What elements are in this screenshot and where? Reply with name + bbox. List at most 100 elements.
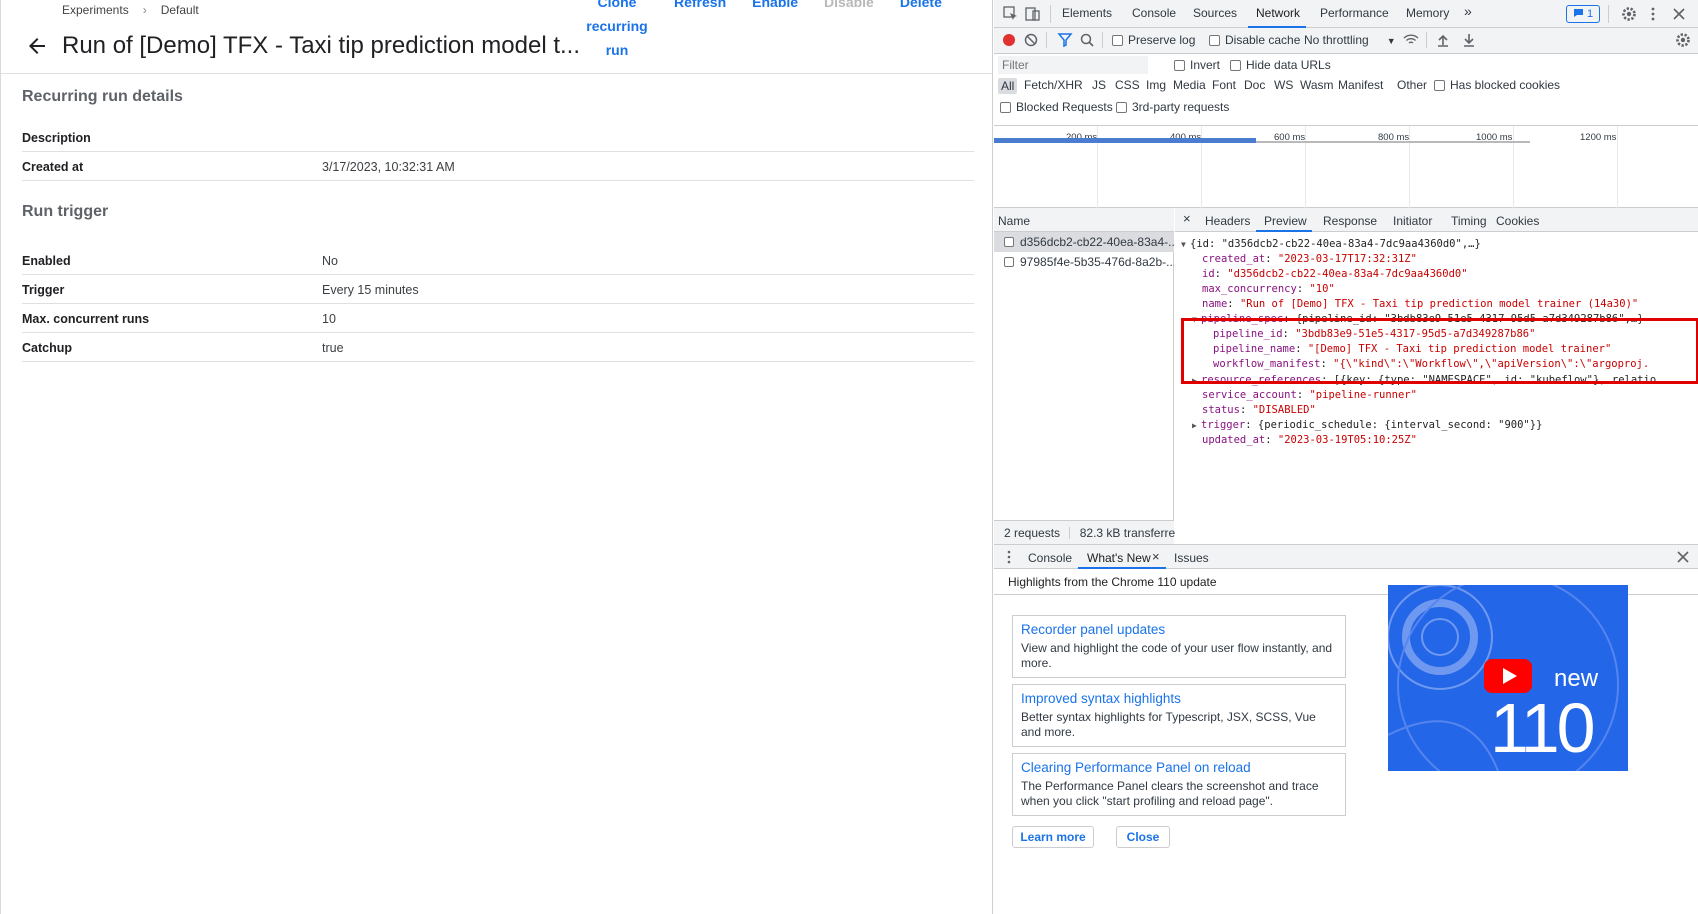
more-tabs-icon[interactable]: » xyxy=(1464,3,1472,19)
filter-type-other[interactable]: Other xyxy=(1397,78,1427,92)
close-tab-icon[interactable]: × xyxy=(1152,549,1160,564)
inspect-element-icon[interactable] xyxy=(1002,5,1020,23)
filter-input[interactable] xyxy=(998,56,1148,74)
throttling-select[interactable]: No throttling ▼ xyxy=(1304,33,1396,47)
drawer-tab-console[interactable]: Console xyxy=(1028,551,1072,565)
filter-type-img[interactable]: Img xyxy=(1146,78,1166,92)
tab-cookies[interactable]: Cookies xyxy=(1496,214,1539,228)
record-icon[interactable] xyxy=(1000,31,1018,49)
has-blocked-cookies-label: Has blocked cookies xyxy=(1450,78,1561,92)
filter-type-ws[interactable]: WS xyxy=(1274,78,1293,92)
detail-row: Description xyxy=(22,123,974,152)
chrome-110-video-thumbnail[interactable]: new 110 xyxy=(1388,585,1628,771)
tab-preview[interactable]: Preview xyxy=(1264,214,1307,228)
tab-elements[interactable]: Elements xyxy=(1062,6,1112,20)
feature-card-desc: The Performance Panel clears the screens… xyxy=(1021,779,1319,808)
back-arrow-icon[interactable] xyxy=(25,34,49,58)
request-detail: × Headers Preview Response Initiator Tim… xyxy=(1175,208,1698,544)
highlight-annotation-box xyxy=(1181,318,1698,384)
close-detail-icon[interactable]: × xyxy=(1183,211,1191,226)
page-title: Run of [Demo] TFX - Taxi tip prediction … xyxy=(62,32,580,59)
tab-network[interactable]: Network xyxy=(1256,6,1300,20)
filter-type-doc[interactable]: Doc xyxy=(1244,78,1265,92)
toolbar-divider xyxy=(1046,32,1047,48)
feature-card-title[interactable]: Improved syntax highlights xyxy=(1021,691,1337,706)
filter-funnel-icon[interactable] xyxy=(1056,31,1074,49)
close-button[interactable]: Close xyxy=(1116,826,1170,848)
preserve-log-checkbox[interactable]: Preserve log xyxy=(1112,33,1195,47)
trigger-value: Every 15 minutes xyxy=(322,283,419,297)
trigger-row: Enabled No xyxy=(22,246,974,275)
name-column-header[interactable]: Name xyxy=(994,208,1174,232)
youtube-play-icon[interactable] xyxy=(1484,659,1532,693)
learn-more-button[interactable]: Learn more xyxy=(1012,826,1094,848)
trigger-key: Trigger xyxy=(22,283,65,297)
has-blocked-cookies-checkbox[interactable]: Has blocked cookies xyxy=(1434,78,1560,92)
close-devtools-icon[interactable] xyxy=(1670,5,1688,23)
export-har-icon[interactable] xyxy=(1460,31,1478,49)
tab-sources[interactable]: Sources xyxy=(1193,6,1237,20)
invert-checkbox[interactable]: Invert xyxy=(1174,58,1220,72)
tab-response[interactable]: Response xyxy=(1323,214,1377,228)
devtools-tabbar: Elements Console Sources Network Perform… xyxy=(994,0,1698,28)
disable-cache-checkbox[interactable]: Disable cache xyxy=(1209,33,1300,47)
request-row[interactable]: d356dcb2-cb22-40ea-83a4-... xyxy=(994,232,1174,252)
tab-initiator[interactable]: Initiator xyxy=(1393,214,1432,228)
request-summary: 2 requests 82.3 kB transferred xyxy=(994,520,1182,544)
tab-memory[interactable]: Memory xyxy=(1406,6,1449,20)
breadcrumb-experiments[interactable]: Experiments xyxy=(62,3,129,17)
device-toolbar-icon[interactable] xyxy=(1024,5,1042,23)
action-bar: Clone recurring run Refresh Enable Disab… xyxy=(586,0,942,62)
kebab-menu-icon[interactable] xyxy=(1644,5,1662,23)
tab-console[interactable]: Console xyxy=(1132,6,1176,20)
delete-button[interactable]: Delete xyxy=(900,0,942,62)
issues-badge[interactable]: 1 xyxy=(1566,5,1600,23)
request-name: 97985f4e-5b35-476d-8a2b-... xyxy=(1020,255,1174,269)
summary-divider xyxy=(1069,527,1071,539)
feature-card-title[interactable]: Recorder panel updates xyxy=(1021,622,1337,637)
filter-type-css[interactable]: CSS xyxy=(1115,78,1140,92)
json-prop: status: "DISABLED" xyxy=(1202,404,1316,416)
tab-headers[interactable]: Headers xyxy=(1205,214,1250,228)
drawer-menu-icon[interactable] xyxy=(1000,548,1018,566)
drawer-tab-issues[interactable]: Issues xyxy=(1174,551,1209,565)
tab-timing[interactable]: Timing xyxy=(1451,214,1487,228)
filter-type-manifest[interactable]: Manifest xyxy=(1338,78,1383,92)
network-settings-gear-icon[interactable] xyxy=(1674,31,1692,49)
import-har-icon[interactable] xyxy=(1434,31,1452,49)
enable-button[interactable]: Enable xyxy=(752,0,798,62)
preserve-log-label: Preserve log xyxy=(1128,33,1196,47)
search-icon[interactable] xyxy=(1078,31,1096,49)
detail-value: 3/17/2023, 10:32:31 AM xyxy=(322,160,455,174)
blocked-requests-checkbox[interactable]: Blocked Requests xyxy=(1000,100,1113,114)
filter-type-media[interactable]: Media xyxy=(1173,78,1206,92)
close-drawer-icon[interactable] xyxy=(1674,548,1692,566)
section-run-trigger: Run trigger xyxy=(22,203,109,220)
feature-card-title[interactable]: Clearing Performance Panel on reload xyxy=(1021,760,1337,775)
filter-type-fetch-xhr[interactable]: Fetch/XHR xyxy=(1024,78,1083,92)
timeline-request-bar xyxy=(1256,141,1530,143)
drawer-tab-whats-new[interactable]: What's New xyxy=(1087,551,1151,565)
message-icon xyxy=(1573,9,1583,17)
breadcrumb-default[interactable]: Default xyxy=(161,3,199,17)
filter-type-js[interactable]: JS xyxy=(1092,78,1106,92)
network-conditions-icon[interactable] xyxy=(1402,31,1420,49)
filter-type-all[interactable]: All xyxy=(998,78,1018,94)
filter-type-wasm[interactable]: Wasm xyxy=(1300,78,1334,92)
network-toolbar: Preserve log Disable cache No throttling… xyxy=(994,28,1698,54)
tab-divider xyxy=(1608,5,1609,23)
third-party-checkbox[interactable]: 3rd-party requests xyxy=(1116,100,1229,114)
clone-recurring-run-button[interactable]: Clone recurring run xyxy=(586,0,648,62)
json-prop: updated_at: "2023-03-19T05:10:25Z" xyxy=(1202,434,1417,446)
filter-type-font[interactable]: Font xyxy=(1212,78,1236,92)
disable-button[interactable]: Disable xyxy=(824,0,874,62)
tab-performance[interactable]: Performance xyxy=(1320,6,1389,20)
request-name: d356dcb2-cb22-40ea-83a4-... xyxy=(1020,235,1174,249)
clear-icon[interactable] xyxy=(1022,31,1040,49)
settings-gear-icon[interactable] xyxy=(1620,5,1638,23)
hide-data-urls-checkbox[interactable]: Hide data URLs xyxy=(1230,58,1331,72)
refresh-button[interactable]: Refresh xyxy=(674,0,726,62)
detail-tabbar: × Headers Preview Response Initiator Tim… xyxy=(1175,208,1698,232)
request-row[interactable]: 97985f4e-5b35-476d-8a2b-... xyxy=(994,252,1174,272)
feature-card: Recorder panel updates View and highligh… xyxy=(1012,615,1346,678)
